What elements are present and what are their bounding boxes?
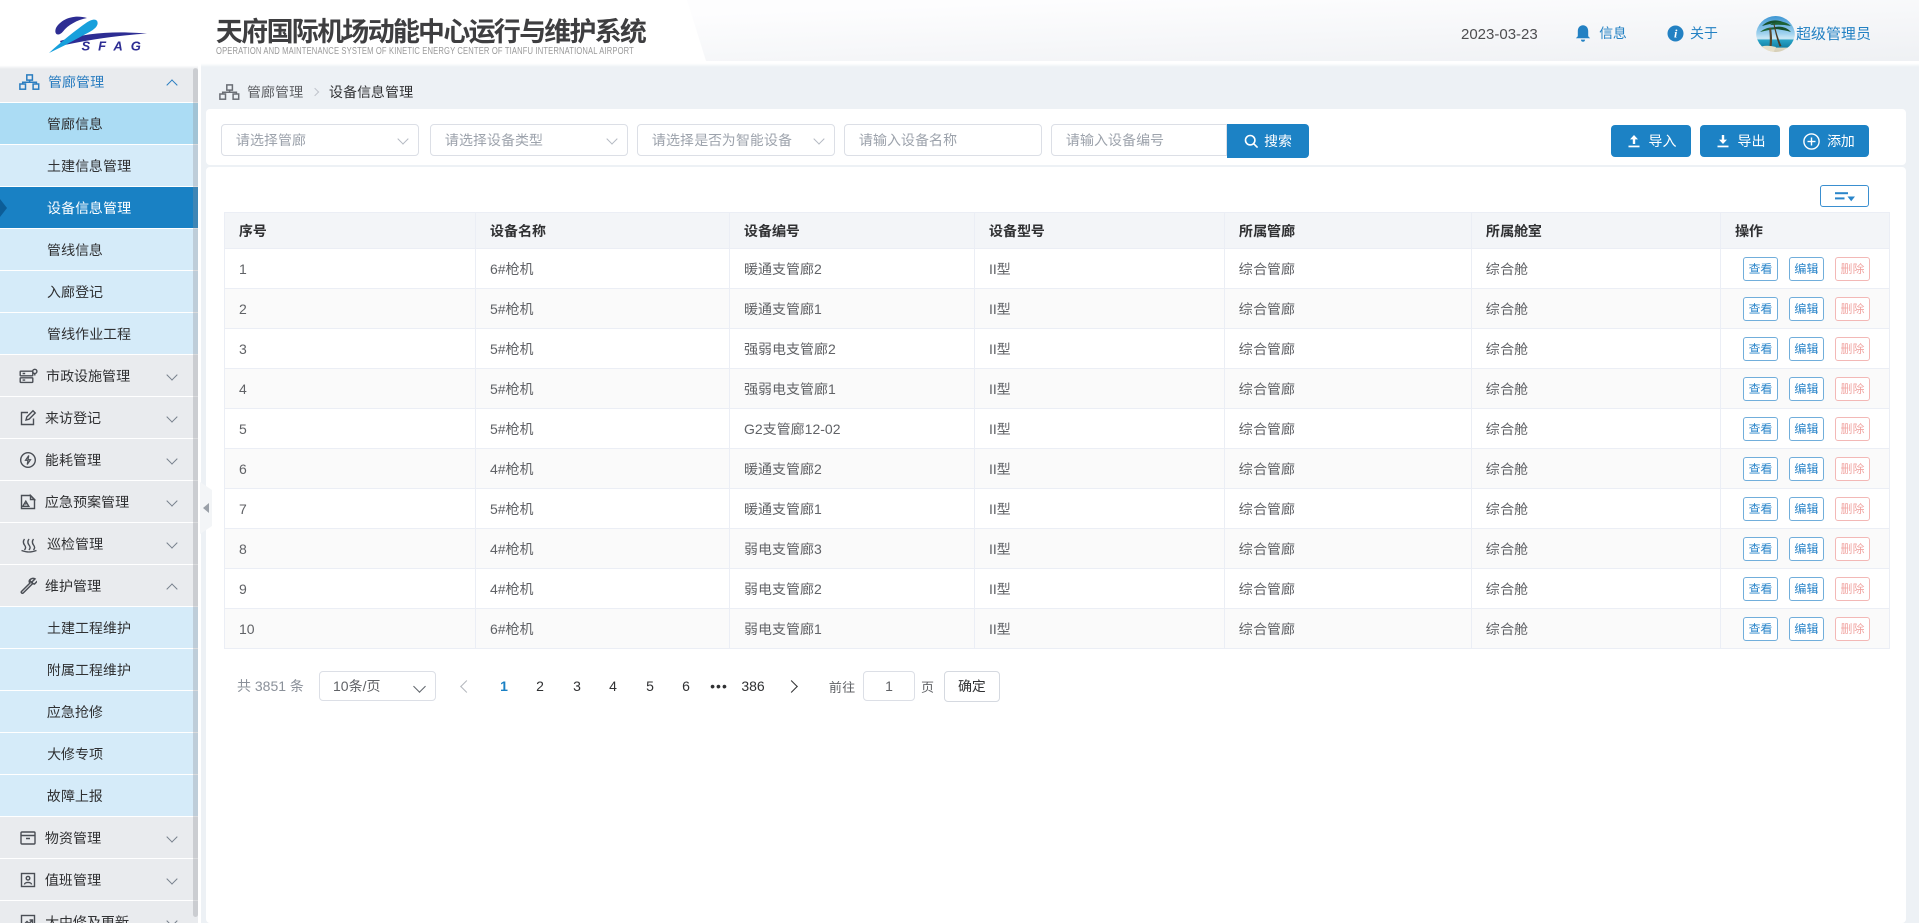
svg-text:SFAG: SFAG — [82, 39, 149, 54]
